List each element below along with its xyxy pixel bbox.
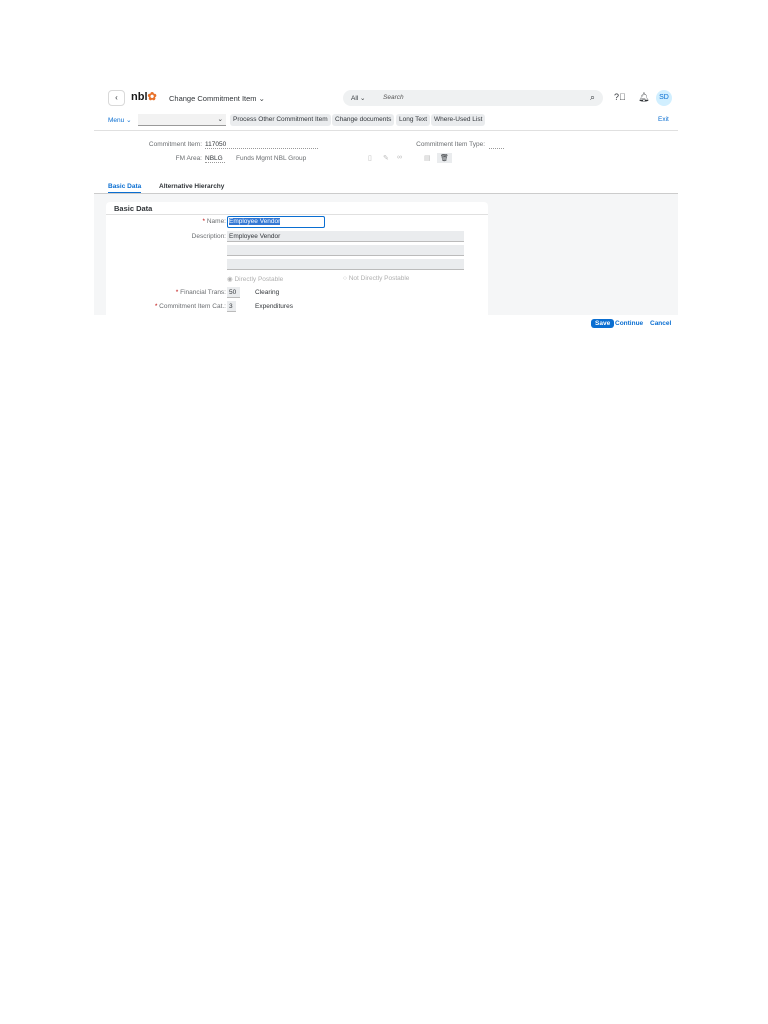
menu-label: Menu: [108, 117, 125, 124]
description-line-1[interactable]: Employee Vendor: [227, 231, 464, 242]
section-divider: [106, 214, 488, 215]
description-label: Description:: [191, 233, 226, 240]
search-icon[interactable]: ⌕: [590, 92, 595, 103]
radio-label: Directly Postable: [234, 276, 284, 283]
search-scope: All: [351, 95, 359, 102]
commitment-item-type-value: [489, 141, 504, 149]
radio-not-directly-postable[interactable]: ○ Not Directly Postable: [343, 275, 409, 282]
fm-area-text: Funds Mgmt NBL Group: [236, 155, 307, 162]
continue-button[interactable]: Continue: [615, 320, 643, 327]
commitment-item-cat-label: * Commitment Item Cat.:: [154, 303, 226, 310]
save-button[interactable]: Save: [591, 319, 615, 328]
display-glasses-icon[interactable]: ∞: [397, 154, 402, 161]
name-label-text: Name:: [206, 218, 226, 225]
radio-label: Not Directly Postable: [348, 275, 410, 282]
financial-trans-input[interactable]: 50: [227, 287, 240, 298]
commitment-item-cat-input[interactable]: 3: [227, 301, 236, 312]
toolbar-select[interactable]: ⌄: [138, 114, 226, 126]
search-scope-select[interactable]: All ⌄: [351, 94, 366, 102]
notification-bell-icon[interactable]: 🔔︎: [638, 92, 649, 103]
company-logo: nbl✿: [131, 91, 157, 103]
commitment-item-cat-label-text: Commitment Item Cat.:: [159, 303, 226, 310]
commitment-item-label: Commitment Item:: [148, 141, 202, 148]
commitment-item-type-label: Commitment Item Type:: [416, 141, 485, 148]
description-line-2[interactable]: [227, 245, 464, 256]
avatar[interactable]: SD: [656, 90, 672, 106]
help-icon[interactable]: ?⃝: [614, 92, 626, 102]
radio-directly-postable[interactable]: ◉ Directly Postable: [227, 275, 283, 283]
change-documents-button[interactable]: Change documents: [332, 114, 395, 126]
exit-button[interactable]: Exit: [658, 116, 669, 123]
delete-trash-icon[interactable]: 🗑︎: [437, 153, 452, 163]
cancel-button[interactable]: Cancel: [650, 320, 671, 327]
commitment-item-cat-text: Expenditures: [255, 303, 293, 310]
financial-trans-label: * Financial Trans:: [175, 289, 226, 296]
search-bar[interactable]: All ⌄ Search ⌕: [343, 90, 603, 106]
divider: [94, 130, 678, 131]
menu-button[interactable]: Menu ⌄: [108, 116, 132, 124]
back-button[interactable]: ‹: [108, 90, 125, 106]
section-title: Basic Data: [114, 204, 153, 213]
process-other-button[interactable]: Process Other Commitment Item: [230, 114, 331, 126]
name-label: * Name:: [202, 218, 227, 225]
edit-pencil-icon[interactable]: ✎: [383, 154, 389, 162]
create-icon[interactable]: ▤: [424, 154, 431, 162]
commitment-item-value: 117050: [205, 141, 318, 149]
name-value: Employee Vendor: [229, 218, 281, 225]
app-title: Change Commitment Item: [169, 94, 257, 103]
search-input[interactable]: Search: [383, 94, 404, 101]
long-text-button[interactable]: Long Text: [396, 114, 431, 126]
where-used-list-button[interactable]: Where-Used List: [431, 114, 486, 126]
fm-area-label: FM Area:: [175, 155, 202, 162]
app-title-menu[interactable]: Change Commitment Item ⌄: [169, 94, 265, 103]
chevron-down-icon: ⌄: [258, 94, 265, 103]
tab-alternative-hierarchy[interactable]: Alternative Hierarchy: [159, 183, 224, 190]
name-input[interactable]: Employee Vendor: [227, 216, 325, 228]
fm-area-value: NBLG: [205, 155, 225, 163]
financial-trans-text: Clearing: [255, 289, 280, 296]
description-line-3[interactable]: [227, 259, 464, 270]
copy-icon[interactable]: ▯: [368, 154, 372, 162]
financial-trans-label-text: Financial Trans:: [180, 289, 226, 296]
